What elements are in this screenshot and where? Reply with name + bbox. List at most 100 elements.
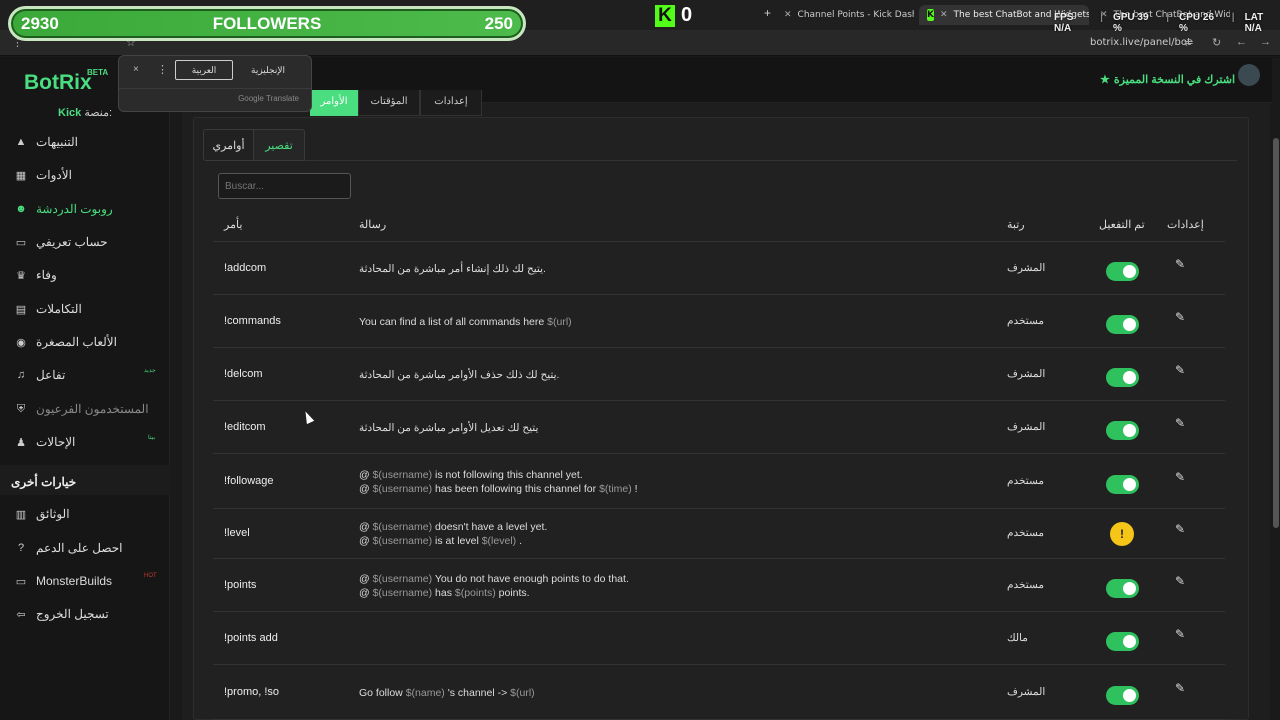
edit-icon[interactable]: ✎	[1175, 257, 1185, 271]
enabled-toggle[interactable]	[1106, 685, 1139, 705]
kick-counter-overlay: K 0	[655, 4, 692, 27]
command-message: يتيح لك ذلك إنشاء أمر مباشرة من المحادثة…	[359, 262, 546, 276]
command-name: !points add	[224, 631, 278, 644]
enabled-toggle[interactable]	[1106, 578, 1139, 598]
cpu-stat: CPU 26 %	[1179, 12, 1222, 34]
avatar[interactable]	[1238, 64, 1260, 86]
logo[interactable]: BotRix	[24, 71, 92, 95]
stat-separator: |	[1100, 12, 1103, 23]
sidebar-item-interaction[interactable]: ♫ تفاعل	[14, 366, 65, 384]
sidebar-item-label: تسجيل الخروج	[36, 607, 109, 621]
edit-icon[interactable]: ✎	[1175, 627, 1185, 641]
sidebar-item-minigames[interactable]: ◉ الألعاب المصغرة	[14, 333, 117, 351]
variable-token: $(points)	[454, 586, 496, 599]
new-tab-button[interactable]: +	[764, 6, 771, 20]
divider	[119, 88, 311, 89]
edit-icon[interactable]: ✎	[1175, 310, 1185, 324]
back-icon[interactable]: ←	[1236, 36, 1247, 48]
translate-lang-english[interactable]: الإنجليزية	[243, 60, 293, 80]
enabled-toggle[interactable]	[1106, 420, 1139, 440]
table-row: !points add مالك ✎	[213, 612, 1225, 665]
search-input[interactable]	[218, 173, 351, 199]
tab-my-commands[interactable]: أوامري	[203, 129, 254, 161]
star-icon: ★	[1100, 74, 1110, 86]
reload-icon[interactable]: ↻	[1212, 36, 1221, 49]
variable-token: $(username)	[372, 586, 433, 599]
sidebar-item-label: حساب تعريفي	[36, 235, 108, 249]
enabled-toggle[interactable]	[1106, 474, 1139, 494]
rank-label: المشرف	[1007, 685, 1046, 698]
sidebar-item-support[interactable]: ? احصل على الدعم	[14, 539, 123, 557]
sidebar-item-monsterbuilds[interactable]: ▭ MonsterBuilds	[14, 572, 112, 590]
doc-icon: ▤	[15, 303, 27, 316]
rank-label: المشرف	[1007, 367, 1046, 380]
rank-label: المشرف	[1007, 261, 1046, 274]
command-message: @ $(username) is not following this chan…	[359, 468, 638, 496]
close-tab-icon[interactable]: ✕	[940, 10, 948, 20]
enabled-toggle[interactable]	[1106, 631, 1139, 651]
sidebar-item-integrations[interactable]: ▤ التكاملات	[14, 300, 82, 318]
edit-icon[interactable]: ✎	[1175, 574, 1185, 588]
premium-text: اشترك في النسخة المميزة	[1113, 74, 1236, 86]
followers-current: 2930	[21, 13, 59, 33]
variable-token: $(username)	[372, 572, 433, 585]
variable-token: $(level)	[481, 535, 517, 547]
sidebar-item-tools[interactable]: ▦ الأدوات	[14, 166, 72, 184]
sidebar-item-logout[interactable]: ⇦ تسجيل الخروج	[14, 605, 109, 623]
sidebar-item-chatbot[interactable]: ☻ روبوت الدردشة	[14, 200, 112, 218]
sidebar-item-alerts[interactable]: ▲ التنبيهات	[14, 133, 78, 151]
sidebar-item-referrals[interactable]: ♟ الإحالات	[14, 433, 75, 451]
warning-icon: ▲	[15, 136, 27, 148]
other-options-title: خيارات أخرى	[11, 475, 77, 489]
command-message: @ $(username) doesn't have a level yet. @…	[359, 520, 547, 548]
table-row: !level @ $(username) doesn't have a level…	[213, 509, 1225, 559]
command-name: !points	[224, 578, 257, 591]
sidebar-item-docs[interactable]: ▥ الوثائق	[14, 505, 70, 523]
tab-commands[interactable]: الأوامر	[310, 90, 358, 116]
music-icon: ♫	[16, 369, 26, 381]
stat-separator: |	[1231, 12, 1235, 23]
browser-tab-kick-dashboard[interactable]: ✕ Channel Points - Kick Dashboar	[784, 5, 914, 25]
premium-link[interactable]: ★ اشترك في النسخة المميزة	[1100, 73, 1235, 86]
followers-goal: 250	[484, 13, 513, 33]
forward-icon[interactable]: →	[1260, 36, 1271, 48]
message-text: @	[359, 535, 373, 547]
scrollbar-thumb[interactable]	[1273, 138, 1279, 528]
enabled-toggle[interactable]	[1106, 261, 1139, 281]
sidebar-item-label: المستخدمون الفرعيون	[36, 402, 149, 416]
sidebar-item-loyalty[interactable]: ♛ وفاء	[14, 266, 57, 284]
variable-token: $(username)	[372, 535, 433, 547]
sidebar-item-label: احصل على الدعم	[36, 541, 123, 555]
message-text: 's channel ->	[444, 686, 511, 699]
page-scrollbar[interactable]	[1272, 58, 1280, 720]
hot-tag: HOT	[144, 573, 157, 579]
tab-settings[interactable]: إعدادات	[420, 90, 482, 116]
close-tab-icon[interactable]: ✕	[784, 10, 792, 20]
platform-label: Kick منصة:	[58, 106, 112, 119]
translate-menu-icon[interactable]: ⋮	[157, 63, 168, 76]
message-line: @ $(username) has $(points) points.	[359, 586, 629, 600]
enabled-toggle[interactable]	[1106, 367, 1139, 387]
close-icon[interactable]: ×	[133, 64, 139, 75]
warning-icon[interactable]: !	[1110, 522, 1134, 546]
tab-default-commands[interactable]: تقصير	[254, 129, 305, 161]
message-text: doesn't have a level yet.	[432, 521, 548, 533]
translate-lang-arabic[interactable]: العربية	[175, 60, 233, 80]
message-text: @	[359, 572, 373, 585]
url-field[interactable]: botrix.live/panel/bot	[1090, 37, 1191, 48]
platform-value: Kick	[58, 107, 82, 119]
edit-icon[interactable]: ✎	[1175, 363, 1185, 377]
edit-icon[interactable]: ✎	[1175, 522, 1185, 536]
site-settings-icon[interactable]: ⇌	[1184, 36, 1193, 49]
edit-icon[interactable]: ✎	[1175, 470, 1185, 484]
platform-text: منصة:	[84, 107, 113, 119]
edit-icon[interactable]: ✎	[1175, 681, 1185, 695]
sidebar-item-profile[interactable]: ▭ حساب تعريفي	[14, 233, 108, 251]
column-header-enabled: تم التفعيل	[1099, 219, 1145, 231]
tab-timers[interactable]: المؤقتات	[358, 90, 420, 116]
edit-icon[interactable]: ✎	[1175, 416, 1185, 430]
sidebar-item-subusers[interactable]: ⛨ المستخدمون الفرعيون	[14, 400, 149, 418]
rank-label: المشرف	[1007, 420, 1046, 433]
enabled-toggle[interactable]	[1106, 314, 1139, 334]
table-row: !commands You can find a list of all comm…	[213, 295, 1225, 348]
